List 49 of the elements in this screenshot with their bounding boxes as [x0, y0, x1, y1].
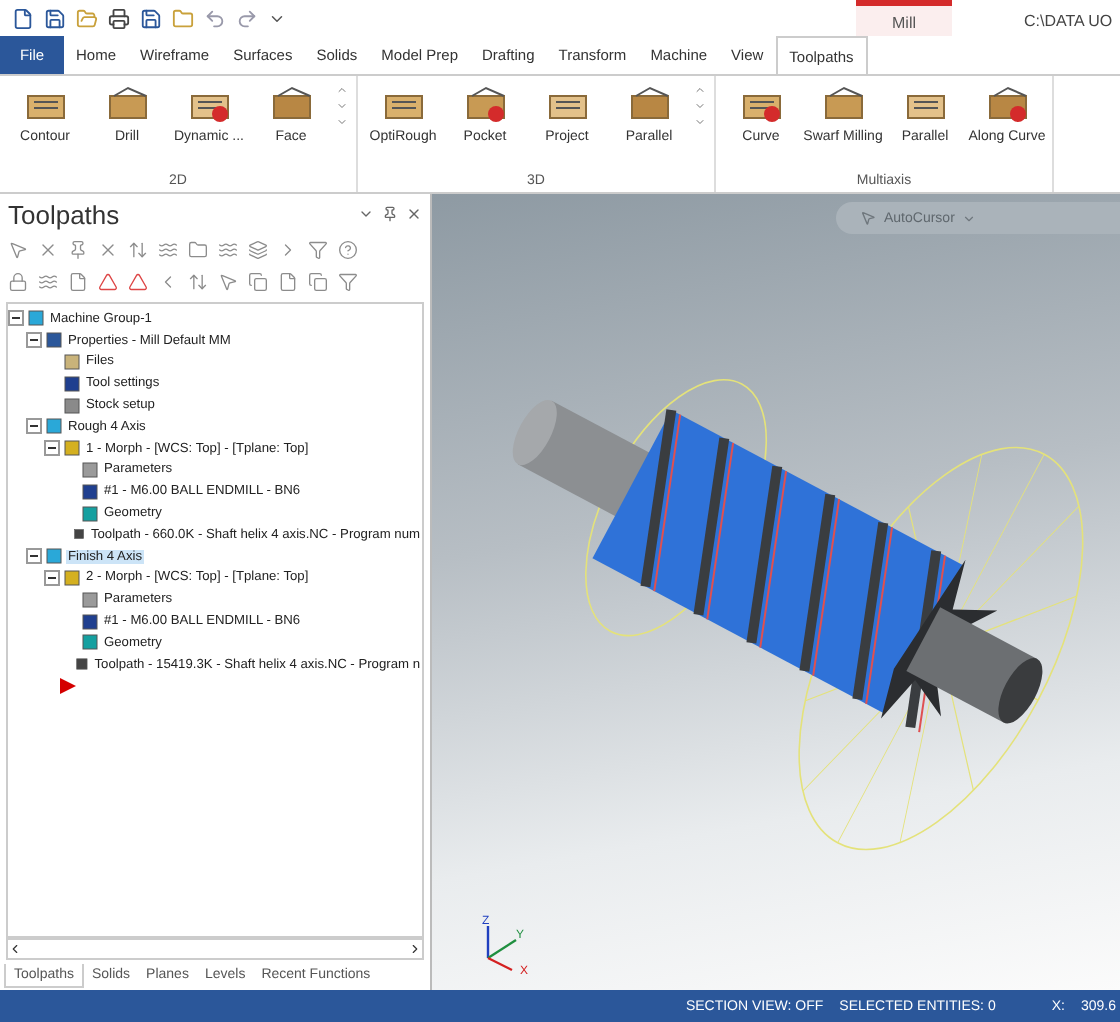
select-icon[interactable] [218, 272, 238, 292]
layers-icon[interactable] [248, 240, 268, 260]
horizontal-scrollbar[interactable] [6, 938, 424, 960]
expand-gallery-icon[interactable] [694, 116, 706, 128]
collapse-icon[interactable] [26, 418, 42, 435]
pin-icon[interactable] [382, 206, 398, 222]
context-tab-label[interactable]: Mill [856, 14, 952, 32]
file-path: C:\DATA UO [1024, 12, 1113, 30]
undo-icon[interactable] [204, 7, 226, 29]
filter-icon[interactable] [338, 272, 358, 292]
wave-icon[interactable] [218, 240, 238, 260]
scroll-up-icon[interactable] [336, 84, 348, 96]
new-file-icon[interactable] [12, 7, 34, 29]
scroll-up-icon[interactable] [694, 84, 706, 96]
open-folder-icon[interactable] [76, 7, 98, 29]
wave-icon[interactable] [38, 272, 58, 292]
wave-icon[interactable] [158, 240, 178, 260]
help-icon[interactable] [338, 240, 358, 260]
filter-icon[interactable] [308, 240, 328, 260]
scroll-left-icon[interactable] [8, 942, 22, 956]
file-icon[interactable] [68, 272, 88, 292]
scroll-right-icon[interactable] [408, 942, 422, 956]
close-icon[interactable] [38, 240, 58, 260]
redo-icon[interactable] [236, 7, 258, 29]
lock-icon[interactable] [8, 272, 28, 292]
pin-icon[interactable] [68, 240, 88, 260]
file-icon[interactable] [278, 272, 298, 292]
dropdown-icon[interactable] [358, 206, 374, 222]
save-icon[interactable] [44, 7, 66, 29]
collapse-icon[interactable] [44, 569, 60, 586]
copy-icon[interactable] [308, 272, 328, 292]
scroll-down-icon[interactable] [336, 100, 348, 112]
copy-icon[interactable] [248, 272, 268, 292]
expand-gallery-icon[interactable] [336, 116, 348, 128]
panel-title: Toolpaths [8, 199, 120, 229]
scroll-down-icon[interactable] [694, 100, 706, 112]
sort-icon[interactable] [128, 240, 148, 260]
sort-icon[interactable] [188, 272, 208, 292]
cursor-icon[interactable] [860, 210, 876, 226]
collapse-icon[interactable] [8, 310, 24, 327]
close-icon[interactable] [98, 240, 118, 260]
part-drawing[interactable] [512, 378, 1084, 851]
collapse-icon[interactable] [44, 440, 60, 457]
collapse-icon[interactable] [26, 548, 42, 565]
print-icon[interactable] [108, 7, 130, 29]
close-icon[interactable] [406, 206, 422, 222]
collapse-icon[interactable] [26, 332, 42, 349]
select-icon[interactable] [8, 240, 28, 260]
save-as-icon[interactable] [140, 7, 162, 29]
